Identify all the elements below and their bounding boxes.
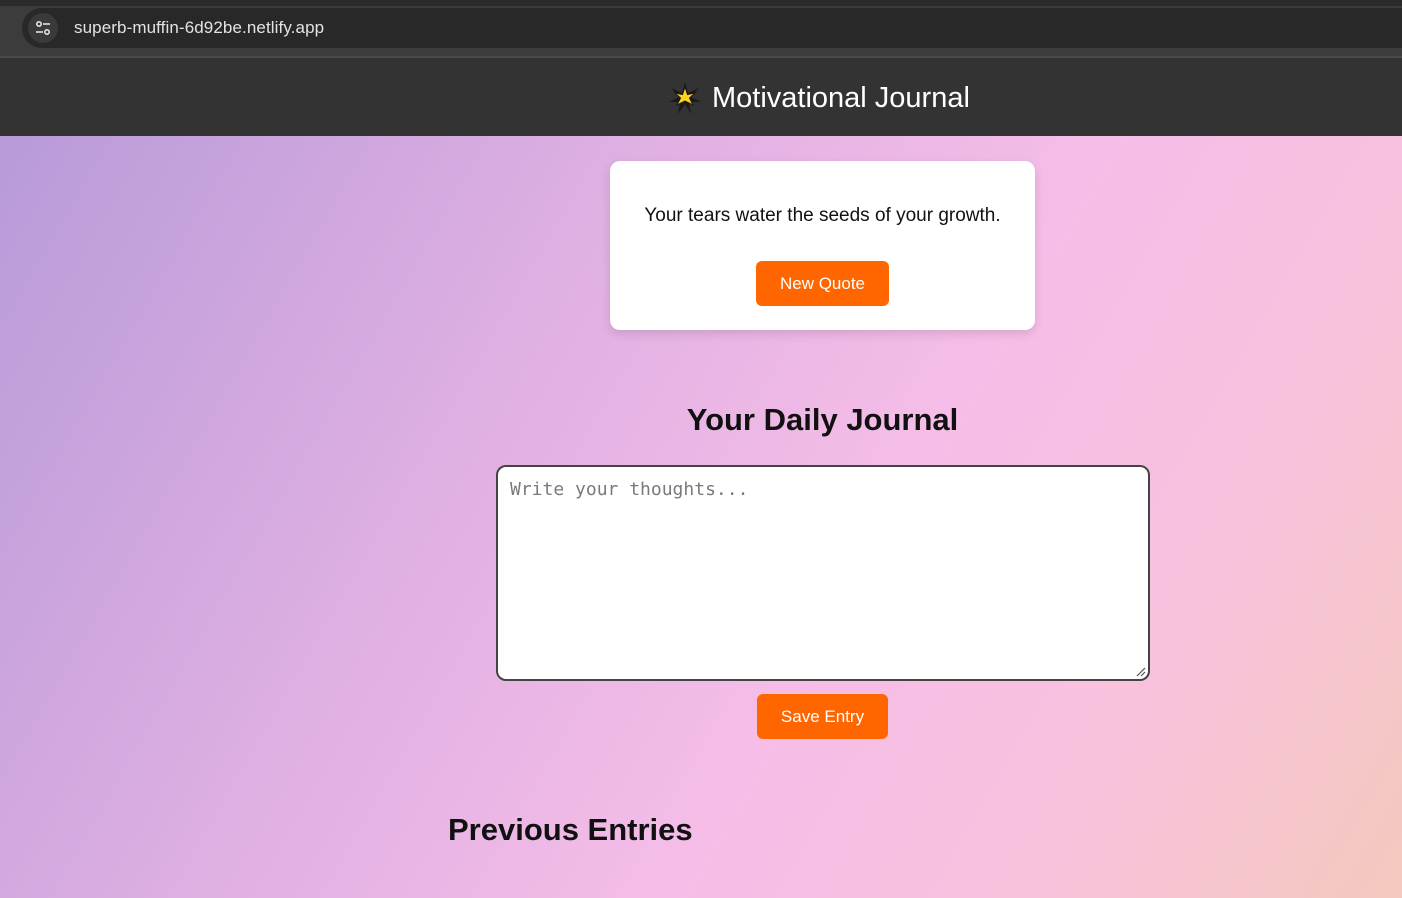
browser-toolbar: superb-muffin-6d92be.netlify.app [0, 0, 1402, 58]
previous-entries-heading: Previous Entries [448, 812, 693, 847]
quote-card: Your tears water the seeds of your growt… [610, 161, 1035, 330]
tab-strip [0, 0, 1402, 6]
app-header: Motivational Journal [0, 58, 1402, 136]
journal-heading: Your Daily Journal [686, 402, 959, 437]
site-info-button[interactable] [28, 13, 58, 43]
address-bar[interactable]: superb-muffin-6d92be.netlify.app [22, 8, 1402, 48]
url-text[interactable]: superb-muffin-6d92be.netlify.app [74, 18, 324, 38]
app-title-group: Motivational Journal [668, 80, 970, 116]
star-icon [669, 82, 701, 114]
journal-textarea[interactable] [496, 465, 1150, 681]
main-content: Your tears water the seeds of your growt… [0, 136, 1402, 898]
app-title: Motivational Journal [712, 81, 970, 114]
save-entry-button[interactable]: Save Entry [757, 694, 888, 739]
resize-handle-icon[interactable] [1136, 667, 1146, 677]
new-quote-button[interactable]: New Quote [756, 261, 889, 306]
tune-icon [35, 20, 51, 36]
quote-text: Your tears water the seeds of your growt… [644, 205, 1001, 226]
